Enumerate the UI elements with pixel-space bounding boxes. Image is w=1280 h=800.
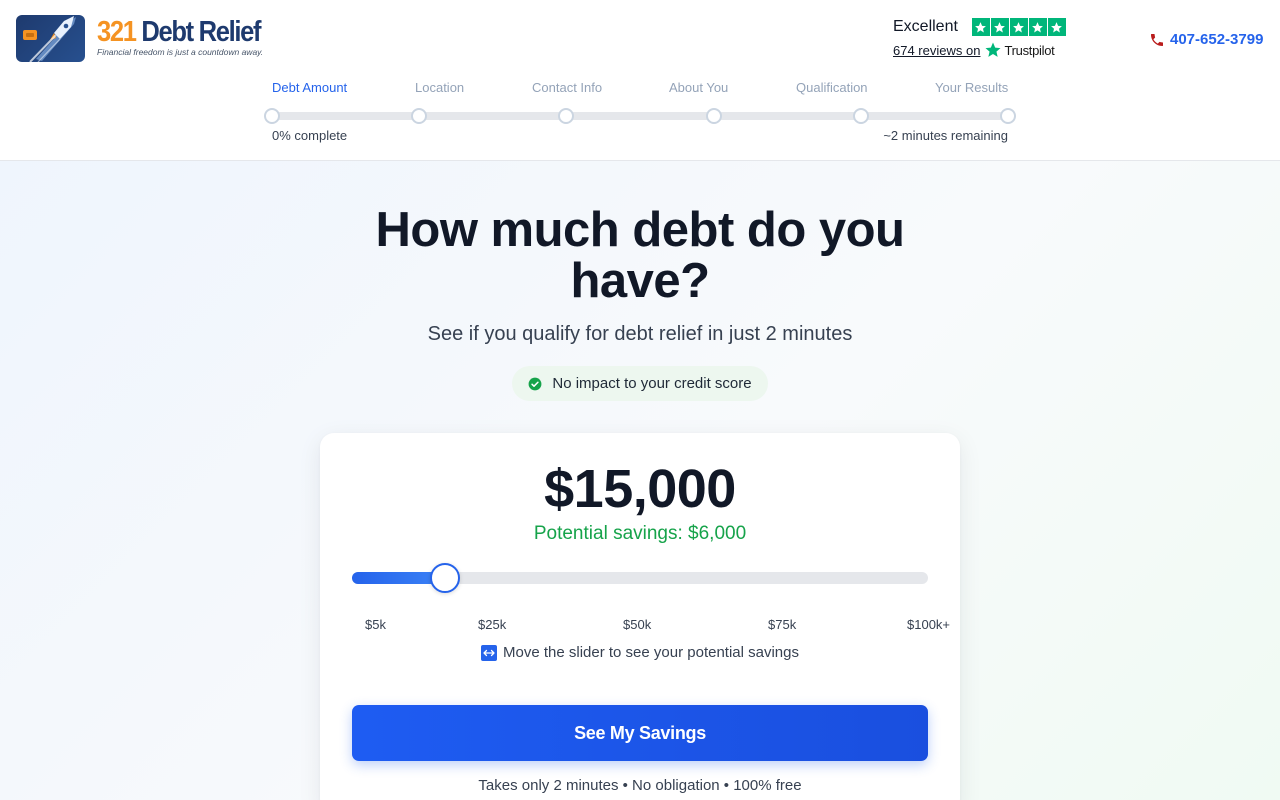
site-header: 321 Debt Relief Financial freedom is jus… — [0, 0, 1280, 161]
trustpilot-reviews-link[interactable]: 674 reviews on — [893, 43, 980, 58]
phone-icon — [1151, 33, 1163, 46]
slider-hint: Move the slider to see your potential sa… — [320, 644, 960, 661]
star-icon — [1047, 18, 1066, 36]
slider-tick-label: $100k+ — [907, 617, 951, 632]
check-circle-icon — [528, 377, 542, 390]
trustpilot-widget[interactable]: Excellent 674 reviews on Trustpilot — [893, 16, 1073, 59]
credit-score-badge: No impact to your credit score — [512, 366, 768, 401]
star-icon — [1028, 18, 1047, 36]
see-my-savings-button[interactable]: See My Savings — [352, 705, 928, 761]
credit-score-badge-text: No impact to your credit score — [552, 375, 752, 392]
slider-tick-label: $50k — [623, 617, 652, 632]
rocket-logo-icon — [16, 15, 85, 62]
brand-name: 321 Debt Relief — [97, 16, 262, 48]
step-dot — [1000, 108, 1016, 124]
left-right-arrow-icon — [481, 644, 497, 661]
brand-name-number: 321 — [97, 16, 137, 48]
step-dot — [853, 108, 869, 124]
step-dot — [706, 108, 722, 124]
slider-tick-label: $25k — [478, 617, 507, 632]
step-about-you[interactable]: About You — [669, 80, 728, 95]
brand-logo[interactable]: 321 Debt Relief Financial freedom is jus… — [16, 15, 282, 62]
slider-tick-label: $5k — [365, 617, 386, 632]
slider-tick-label: $75k — [768, 617, 797, 632]
step-location[interactable]: Location — [415, 80, 464, 95]
trustpilot-wordmark: Trustpilot — [1004, 42, 1055, 58]
brand-tagline: Financial freedom is just a countdown aw… — [97, 47, 264, 57]
star-icon — [971, 18, 990, 36]
trustpilot-star-icon — [985, 42, 1001, 57]
star-icon — [1009, 18, 1028, 36]
page-title: How much debt do you have? — [375, 203, 905, 308]
brand-name-words: Debt Relief — [141, 16, 261, 48]
potential-savings-text: Potential savings: $6,000 — [533, 523, 747, 544]
trustpilot-stars — [971, 18, 1067, 36]
step-contact-info[interactable]: Contact Info — [532, 80, 602, 95]
step-dot — [264, 108, 280, 124]
progress-track — [272, 112, 1008, 120]
phone-link[interactable]: 407-652-3799 — [1149, 31, 1263, 48]
step-debt-amount[interactable]: Debt Amount — [272, 80, 347, 95]
debt-amount-value: $15,000 — [544, 459, 736, 519]
step-your-results[interactable]: Your Results — [935, 80, 1008, 95]
progress-complete-text: 0% complete — [272, 128, 348, 143]
step-dot — [411, 108, 427, 124]
progress-remaining-text: ~2 minutes remaining — [883, 128, 1008, 143]
star-icon — [990, 18, 1009, 36]
slider-hint-text: Move the slider to see your potential sa… — [503, 644, 799, 661]
phone-number: 407-652-3799 — [1170, 31, 1264, 48]
cta-footnote: Takes only 2 minutes • No obligation • 1… — [478, 777, 802, 794]
step-qualification[interactable]: Qualification — [796, 80, 868, 95]
page-subtitle: See if you qualify for debt relief in ju… — [427, 323, 853, 345]
step-dot — [558, 108, 574, 124]
trustpilot-rating-text: Excellent — [893, 18, 958, 35]
